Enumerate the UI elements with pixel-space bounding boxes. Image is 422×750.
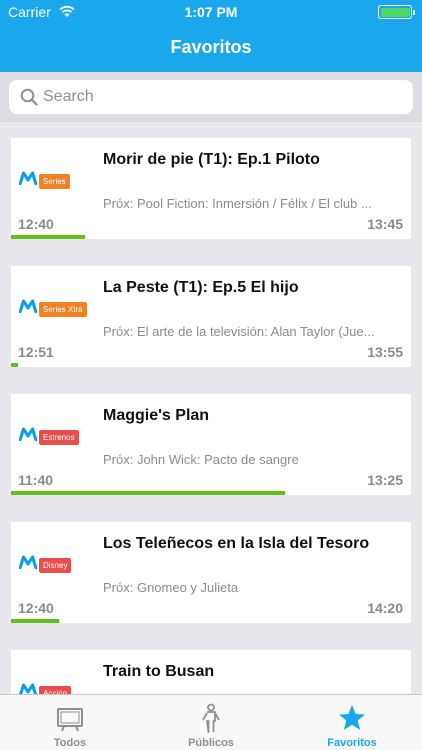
star-icon [339,705,365,730]
channel-badge: Series Xtra [39,302,87,317]
status-bar: Carrier 1:07 PM [0,0,422,24]
movistar-logo-icon [19,555,37,569]
program-title: Los Teleñecos en la Isla del Tesoro [103,535,370,552]
start-time: 12:51 [18,344,54,360]
favorites-list[interactable]: Series Morir de pie (T1): Ep.1 Piloto Pr… [0,122,422,694]
next-program: Próx: El arte de la televisión: Alan Tay… [103,324,375,339]
battery-icon [378,5,415,19]
channel-logo: Series Xtra [19,296,87,322]
page-title: Favoritos [170,37,252,57]
progress-bar [11,619,59,623]
nav-header: Carrier 1:07 PM Favoritos [0,0,422,72]
start-time: 12:40 [18,216,54,232]
end-time: 14:20 [367,600,403,616]
end-time: 13:25 [367,472,403,488]
start-time: 12:40 [18,600,54,616]
tab-favoritos[interactable]: Favoritos [282,695,422,750]
search-input[interactable] [43,84,403,110]
movistar-logo-icon [19,171,37,185]
next-program: Próx: John Wick: Pacto de sangre [103,452,299,467]
program-card[interactable]: Series Xtra La Peste (T1): Ep.5 El hijo … [11,266,411,367]
tv-icon [57,708,83,732]
end-time: 13:55 [367,344,403,360]
program-card[interactable]: Disney Los Teleñecos en la Isla del Teso… [11,522,411,623]
search-icon [20,88,38,106]
program-card[interactable]: Acción Train to Busan [11,650,411,694]
program-title: La Peste (T1): Ep.5 El hijo [103,279,299,296]
channel-logo: Acción [19,680,85,694]
channel-logo: Estrenos [19,424,85,450]
start-time: 11:40 [18,472,54,488]
progress-bar [11,491,285,495]
progress-bar [11,363,18,367]
clock: 1:07 PM [184,4,238,20]
tab-label: Favoritos [327,737,377,749]
tab-publicos[interactable]: Públicos [141,695,281,750]
tab-todos[interactable]: Todos [0,695,140,750]
channel-logo: Disney [19,552,85,578]
program-title: Maggie's Plan [103,407,210,424]
program-title: Train to Busan [103,663,215,680]
channel-badge: Disney [39,558,72,573]
movistar-logo-icon [19,427,37,441]
tab-label: Todos [53,737,87,749]
next-program: Próx: Gnomeo y Julieta [103,580,239,595]
program-card[interactable]: Series Morir de pie (T1): Ep.1 Piloto Pr… [11,138,411,239]
tab-bar: Todos Públicos Favoritos [0,694,422,750]
search-field[interactable] [9,80,413,114]
program-card[interactable]: Estrenos Maggie's Plan Próx: John Wick: … [11,394,411,495]
movistar-logo-icon [19,683,37,694]
channel-badge: Estrenos [39,430,79,445]
channel-badge: Acción [39,686,72,694]
movistar-logo-icon [19,299,37,313]
program-title: Morir de pie (T1): Ep.1 Piloto [103,151,320,168]
channel-logo: Series [19,168,85,194]
search-bar [0,72,422,122]
channel-badge: Series [39,174,70,189]
end-time: 13:45 [367,216,403,232]
next-program: Próx: Pool Fiction: Inmersión / Félix / … [103,196,372,211]
person-icon [202,703,220,733]
progress-bar [11,235,85,239]
tab-label: Públicos [188,737,234,749]
